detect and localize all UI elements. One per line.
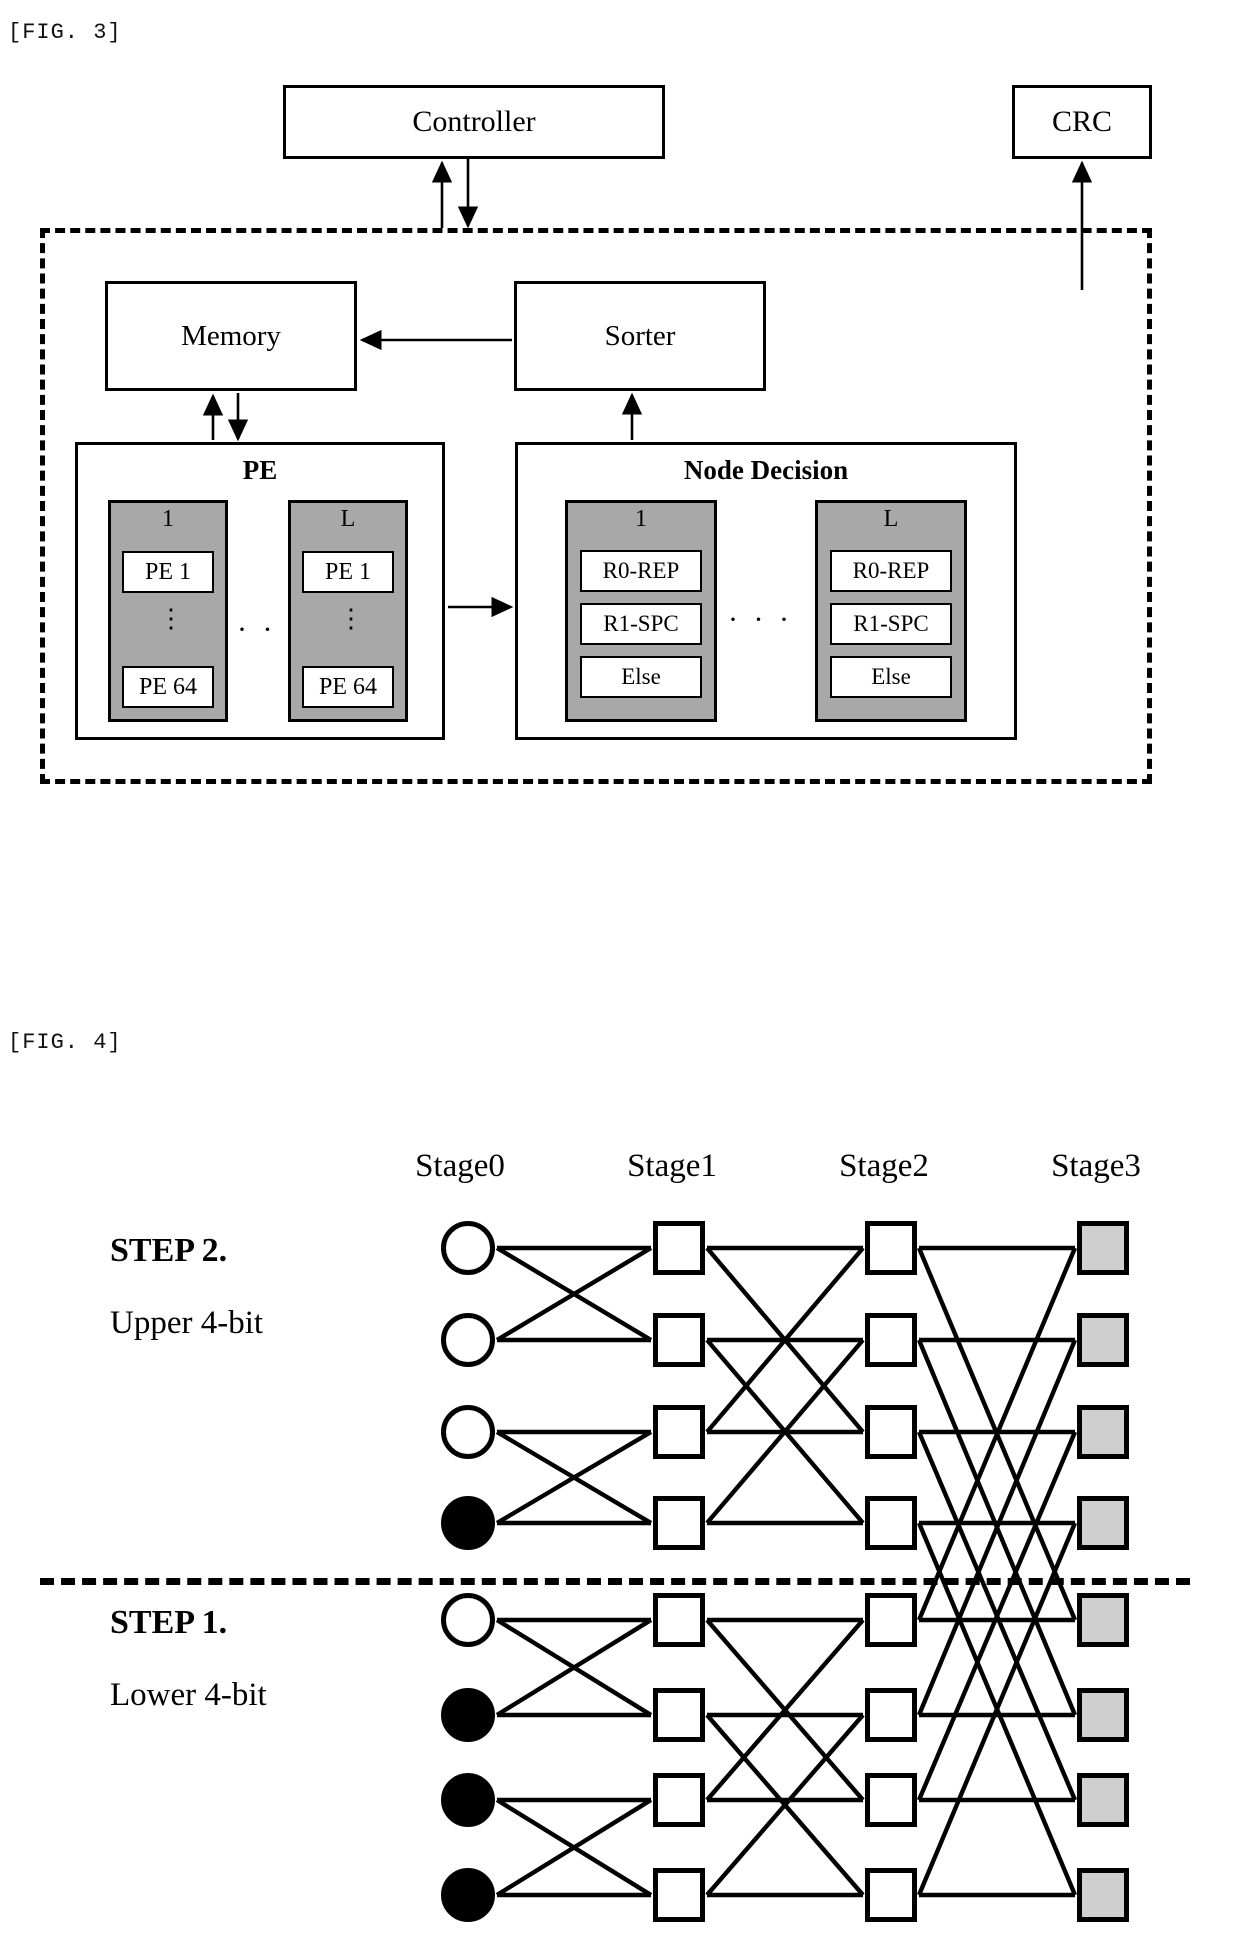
stage1-node-lower-1 [653,1688,705,1742]
fig4-tag: [FIG. 4] [8,1030,122,1055]
stage3-node-upper-3 [1077,1496,1129,1550]
stage2-node-lower-2 [865,1773,917,1827]
sorter-box: Sorter [514,281,766,391]
node-decision-group-1-row-0-label: R0-REP [602,558,680,583]
node-decision-group-1-row-1-label: R1-SPC [603,611,679,636]
node-decision-group-L-row-0: R0-REP [830,550,952,592]
stage2-node-upper-1 [865,1313,917,1367]
pe-group-1-first: PE 1 [122,551,214,593]
step1-title: STEP 1. [110,1604,228,1641]
stage-label-1: Stage1 [627,1148,717,1184]
node-decision-group-1-row-2: Else [580,656,702,698]
stage3-node-upper-1 [1077,1313,1129,1367]
step2-title: STEP 2. [110,1232,228,1269]
stage3-node-upper-0 [1077,1221,1129,1275]
stage-label-3: Stage3 [1051,1148,1141,1184]
pe-panel-title: PE [242,455,278,485]
step2-subtitle: Upper 4-bit [110,1305,264,1341]
stage0-node-lower-1 [441,1688,495,1742]
stage0-node-upper-3 [441,1496,495,1550]
pe-group-1-first-label: PE 1 [144,558,191,585]
stage3-node-lower-2 [1077,1773,1129,1827]
stage-label-0: Stage0 [415,1148,505,1184]
pe-group-L-index: L [340,506,356,532]
node-decision-group-L-row-1-label: R1-SPC [853,611,929,636]
stage1-node-lower-3 [653,1868,705,1922]
stage0-node-upper-2 [441,1405,495,1459]
memory-box: Memory [105,281,357,391]
stage2-node-lower-1 [865,1688,917,1742]
stage1-node-upper-1 [653,1313,705,1367]
stage1-node-upper-2 [653,1405,705,1459]
stage3-node-lower-3 [1077,1868,1129,1922]
stage2-node-lower-3 [865,1868,917,1922]
fig3-tag: [FIG. 3] [8,20,122,45]
sorter-label: Sorter [604,319,676,352]
stage3-node-upper-2 [1077,1405,1129,1459]
memory-label: Memory [181,319,281,352]
pe-group-L-vdots: ⋮ [338,604,364,633]
stage0-node-upper-0 [441,1221,495,1275]
controller-box: Controller [283,85,665,159]
stage0-node-upper-1 [441,1313,495,1367]
stage1-node-upper-3 [653,1496,705,1550]
stage1-node-upper-0 [653,1221,705,1275]
stage2-node-upper-2 [865,1405,917,1459]
pe-group-L-last: PE 64 [302,666,394,708]
node-decision-group-L-row-0-label: R0-REP [852,558,930,583]
step-divider-dashed-line [40,1578,1190,1585]
stage2-node-upper-3 [865,1496,917,1550]
stage2-node-lower-0 [865,1593,917,1647]
step1-subtitle: Lower 4-bit [110,1677,267,1713]
pe-group-1-vdots: ⋮ [158,604,184,633]
stage0-node-lower-3 [441,1868,495,1922]
stage0-node-lower-2 [441,1773,495,1827]
stage1-node-lower-2 [653,1773,705,1827]
stage3-node-lower-1 [1077,1688,1129,1742]
stage1-node-lower-0 [653,1593,705,1647]
node-decision-group-1-row-2-label: Else [621,664,661,689]
node-decision-group-1-row-1: R1-SPC [580,603,702,645]
node-decision-groups-ellipsis: · · · [728,603,793,636]
stage-label-2: Stage2 [839,1148,929,1184]
node-decision-group-1-index: 1 [635,506,647,532]
stage0-node-lower-0 [441,1593,495,1647]
pe-group-L-first-label: PE 1 [324,558,371,585]
node-decision-group-L-index: L [883,506,899,532]
pe-group-1-last: PE 64 [122,666,214,708]
stage3-node-lower-0 [1077,1593,1129,1647]
pe-group-L-first: PE 1 [302,551,394,593]
node-decision-group-L-row-2: Else [830,656,952,698]
crc-label: CRC [1051,105,1113,138]
pe-group-1-index: 1 [162,506,174,532]
stage2-node-upper-0 [865,1221,917,1275]
pe-group-L-last-label: PE 64 [318,673,377,700]
crc-box: CRC [1012,85,1152,159]
pe-group-1-last-label: PE 64 [138,673,197,700]
controller-label: Controller [412,105,536,138]
node-decision-group-1-row-0: R0-REP [580,550,702,592]
node-decision-group-L-row-1: R1-SPC [830,603,952,645]
node-decision-panel-title: Node Decision [683,455,849,485]
node-decision-group-L-row-2-label: Else [871,664,911,689]
